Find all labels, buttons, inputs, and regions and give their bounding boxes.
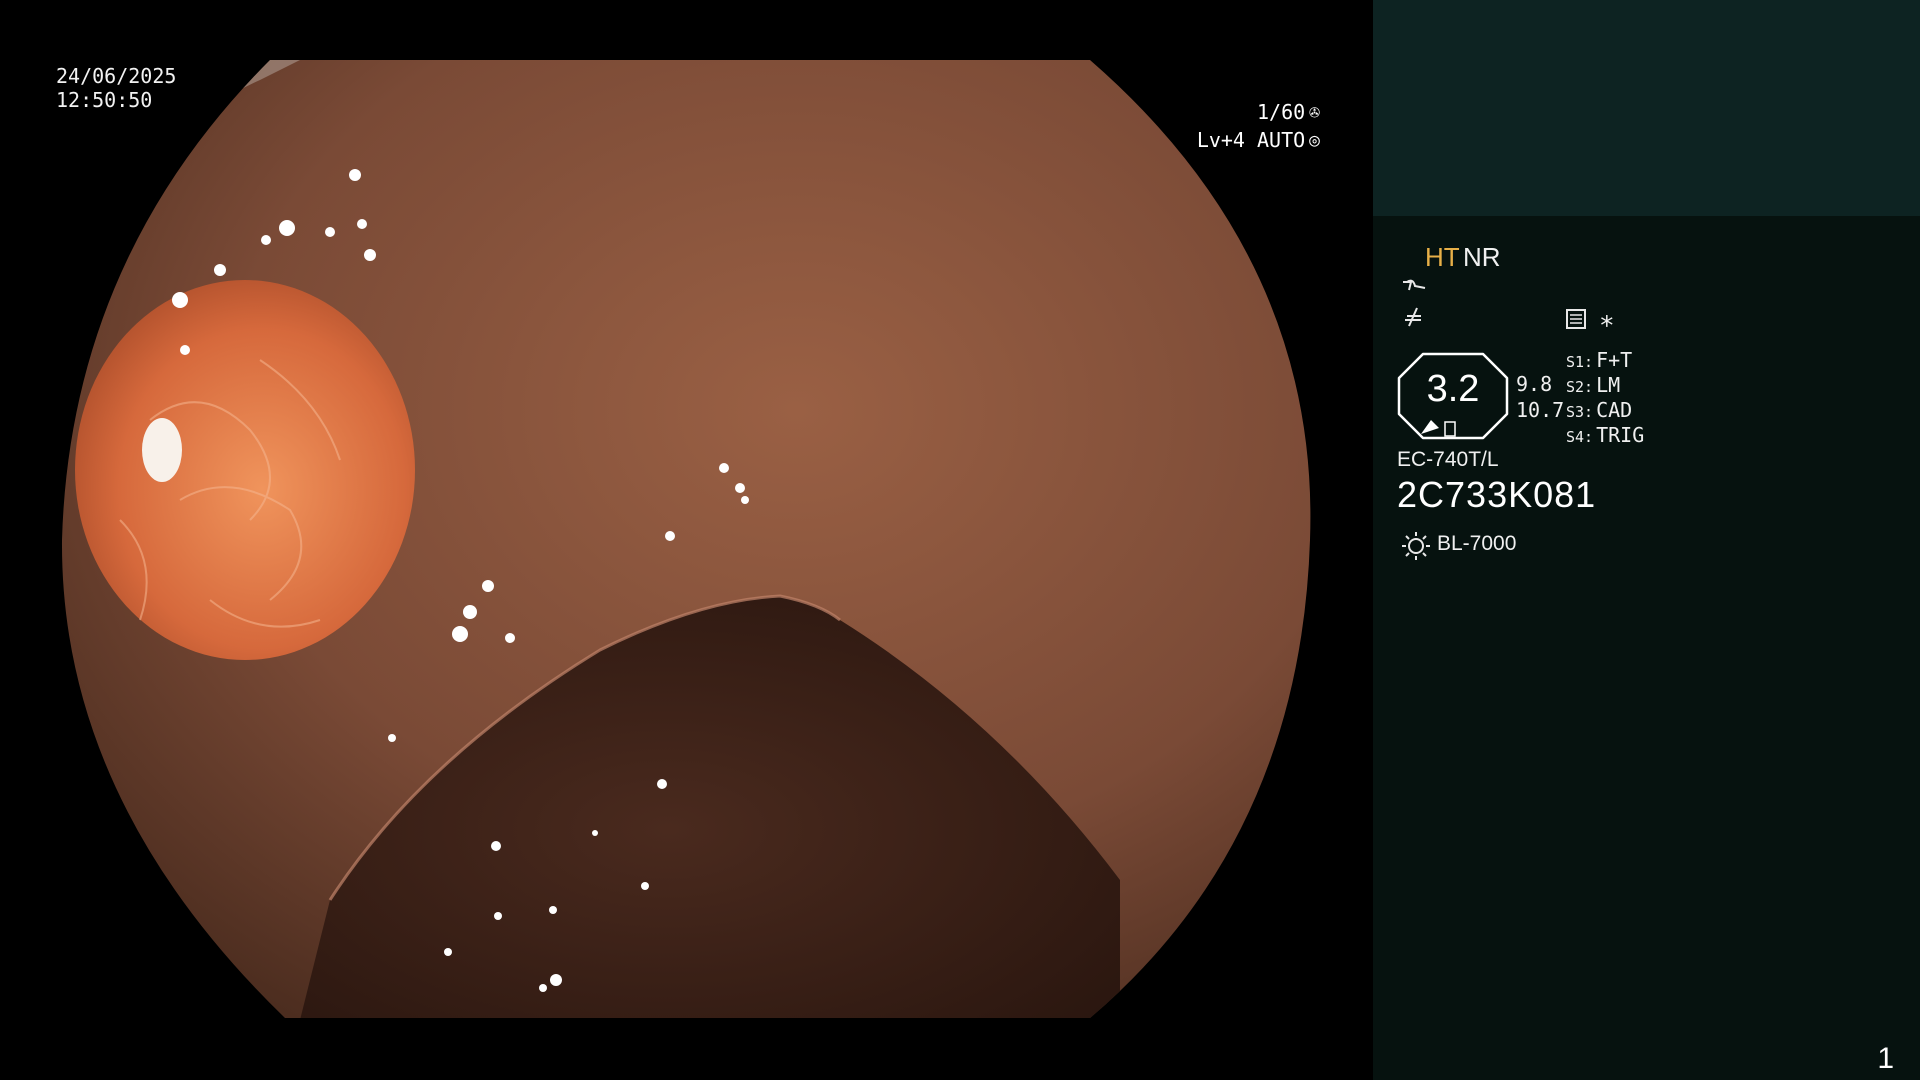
light-source-model: BL-7000 — [1437, 532, 1517, 555]
switch-s3: S3: CAD — [1566, 398, 1632, 422]
endoscope-view: 24/06/2025 12:50:50 1/60 ✇ Lv+4 AUTO ◎ — [0, 0, 1372, 1080]
endoscopic-image — [61, 60, 1311, 1018]
time: 12:50:50 — [56, 88, 153, 112]
mode-ht: HT — [1425, 242, 1460, 272]
shutter-value: 1/60 — [1256, 100, 1306, 124]
info-panel: HT NR ∗ 3.2 9.8 10.7 S1: F+T S2: LM S3: CAD… — [1373, 0, 1920, 1080]
light-source-icon — [1401, 531, 1431, 567]
level-value: Lv+4 — [1196, 128, 1245, 152]
switch-key: S1: — [1566, 353, 1594, 371]
date: 24/06/2025 — [56, 64, 177, 88]
panel-header — [1373, 0, 1920, 216]
color-tone-icon — [1401, 306, 1427, 334]
shutter-row: 1/60 ✇ — [1150, 98, 1320, 126]
switch-value: CAD — [1596, 398, 1633, 422]
frame-number: 1 — [1877, 1042, 1894, 1075]
aperture-icon: ✇ — [1309, 101, 1320, 123]
light-reflection — [142, 418, 182, 482]
switch-key: S2: — [1566, 378, 1594, 396]
zoom-value: 3.2 — [1426, 368, 1480, 410]
polyp — [75, 280, 415, 660]
switch-value: LM — [1596, 373, 1621, 397]
star-marker: ∗ — [1599, 306, 1615, 336]
iris-icon: ◎ — [1309, 129, 1320, 151]
switch-key: S4: — [1566, 428, 1594, 446]
edge-enhance-icon — [1401, 276, 1427, 302]
switch-value: F+T — [1596, 348, 1633, 372]
exposure-info: 1/60 ✇ Lv+4 AUTO ◎ — [1150, 98, 1320, 154]
level-row: Lv+4 AUTO ◎ — [1150, 126, 1320, 154]
switch-value: TRIG — [1596, 423, 1645, 447]
switch-s1: S1: F+T — [1566, 348, 1632, 372]
menu-list-icon — [1565, 308, 1587, 336]
zoom-upper: 9.8 — [1516, 372, 1553, 396]
switch-s4: S4: TRIG — [1566, 423, 1644, 447]
scope-model: EC-740T/L — [1397, 448, 1499, 471]
switch-s2: S2: LM — [1566, 373, 1620, 397]
datetime: 24/06/2025 12:50:50 — [56, 64, 176, 112]
mode-nr: NR — [1463, 242, 1501, 272]
switch-key: S3: — [1566, 403, 1594, 421]
exposure-mode: AUTO — [1256, 128, 1306, 152]
scope-serial: 2C733K081 — [1397, 474, 1597, 515]
zoom-lower: 10.7 — [1516, 398, 1565, 422]
